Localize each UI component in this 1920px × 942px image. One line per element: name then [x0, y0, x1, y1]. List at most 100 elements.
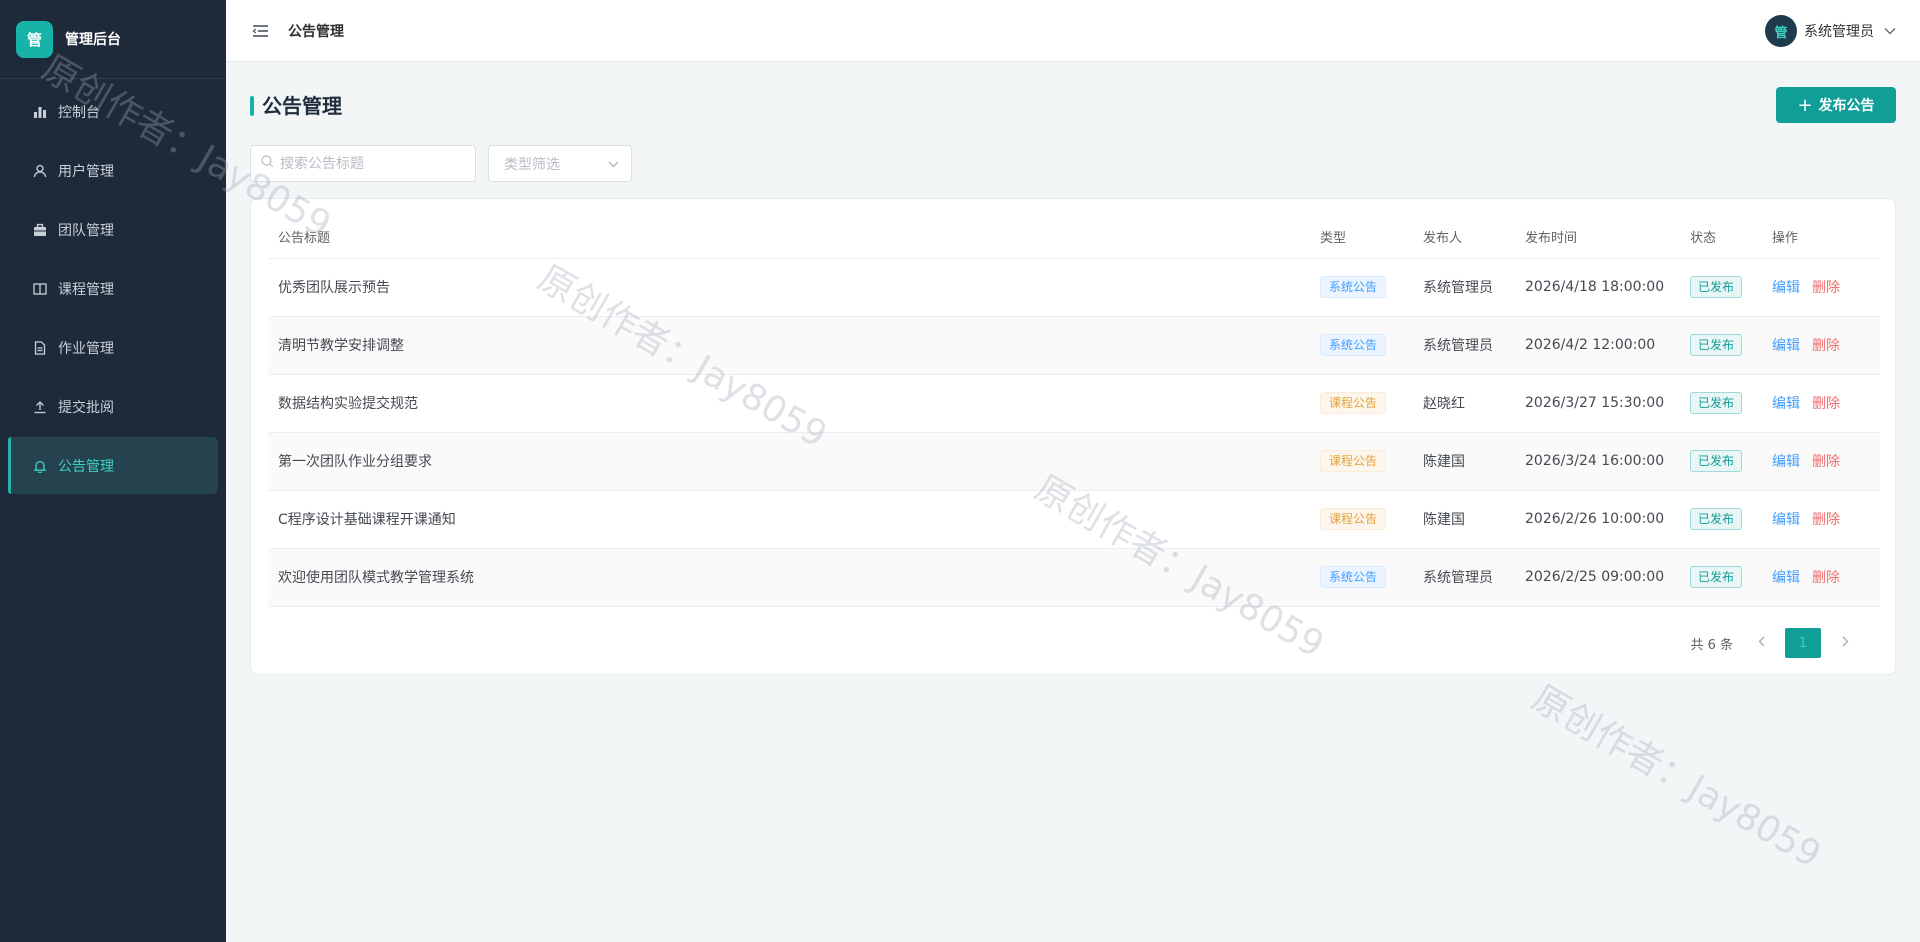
publisher: 陈建国 [1413, 432, 1515, 491]
sidebar-item-label: 课程管理 [58, 281, 114, 298]
page-title: 公告管理 [250, 94, 342, 118]
status-badge: 已发布 [1690, 508, 1743, 530]
delete-link[interactable]: 删除 [1812, 338, 1840, 354]
brand-logo: 管 [16, 20, 53, 58]
table-row: 数据结构实验提交规范 课程公告 赵晓红 2026/3/27 15:30:00 已… [268, 374, 1880, 433]
user-menu[interactable]: 管 系统管理员 [1765, 15, 1896, 47]
sidebar-item-label: 作业管理 [58, 340, 114, 357]
delete-link[interactable]: 删除 [1812, 512, 1840, 528]
edit-link[interactable]: 编辑 [1772, 338, 1800, 354]
publisher: 系统管理员 [1413, 258, 1515, 317]
document-icon [32, 340, 48, 356]
type-tag: 课程公告 [1320, 392, 1387, 414]
sidebar-item-label: 提交批阅 [58, 399, 114, 416]
sidebar-item-label: 团队管理 [58, 222, 114, 239]
publish-time: 2026/4/18 18:00:00 [1515, 258, 1680, 317]
bar-chart-icon [32, 104, 48, 120]
search-input[interactable] [280, 155, 470, 172]
chevron-left-icon[interactable] [1751, 636, 1771, 651]
delete-link[interactable]: 删除 [1812, 454, 1840, 470]
publish-button-label: 发布公告 [1818, 98, 1875, 114]
main-content: 公告管理 + 发布公告 类型筛选 公告标题 类型 发布人 发布时间 [226, 62, 1920, 942]
edit-link[interactable]: 编辑 [1772, 570, 1800, 586]
sidebar-item-label: 控制台 [58, 104, 100, 121]
status-badge: 已发布 [1690, 276, 1743, 298]
status-badge: 已发布 [1690, 392, 1743, 414]
type-tag: 课程公告 [1320, 450, 1387, 472]
edit-link[interactable]: 编辑 [1772, 396, 1800, 412]
edit-link[interactable]: 编辑 [1772, 454, 1800, 470]
sidebar-item-courses[interactable]: 课程管理 [8, 260, 218, 317]
announcement-title: 数据结构实验提交规范 [268, 374, 1310, 433]
table-header-row: 公告标题 类型 发布人 发布时间 状态 操作 [268, 215, 1880, 259]
publish-time: 2026/3/27 15:30:00 [1515, 374, 1680, 433]
sidebar-item-dashboard[interactable]: 控制台 [8, 83, 218, 140]
edit-link[interactable]: 编辑 [1772, 512, 1800, 528]
sidebar-item-users[interactable]: 用户管理 [8, 142, 218, 199]
pagination: 共 6 条 1 [1690, 628, 1855, 658]
column-header: 公告标题 [268, 215, 1310, 259]
status-badge: 已发布 [1690, 450, 1743, 472]
search-box [250, 145, 476, 182]
sidebar-item-submissions[interactable]: 提交批阅 [8, 378, 218, 435]
type-filter-select[interactable]: 类型筛选 [488, 145, 632, 182]
publish-time: 2026/2/25 09:00:00 [1515, 548, 1680, 607]
chevron-right-icon[interactable] [1835, 636, 1855, 651]
book-icon [32, 281, 48, 297]
status-badge: 已发布 [1690, 334, 1743, 356]
breadcrumb: 公告管理 [288, 23, 344, 40]
publisher: 赵晓红 [1413, 374, 1515, 433]
publish-time: 2026/3/24 16:00:00 [1515, 432, 1680, 491]
announcement-title: 第一次团队作业分组要求 [268, 432, 1310, 491]
brand: 管 管理后台 [0, 0, 226, 79]
announcement-title: C程序设计基础课程开课通知 [268, 490, 1310, 549]
pagination-total: 共 6 条 [1690, 637, 1733, 653]
chevron-down-icon [1884, 25, 1896, 37]
bell-icon [32, 458, 48, 474]
avatar: 管 [1765, 15, 1797, 47]
sidebar-menu: 控制台 用户管理 团队管理 课程管理 作业管理 提交批阅 公告管理 [0, 83, 226, 494]
sidebar: 管 管理后台 控制台 用户管理 团队管理 课程管理 作业管理 提交批阅 公告管理 [0, 0, 226, 942]
announcement-title: 欢迎使用团队模式教学管理系统 [268, 548, 1310, 607]
announcement-table-card: 公告标题 类型 发布人 发布时间 状态 操作 优秀团队展示预告 系统公告 系统管… [250, 198, 1896, 675]
sidebar-item-label: 用户管理 [58, 163, 114, 180]
brand-title: 管理后台 [65, 32, 121, 48]
column-header: 类型 [1310, 215, 1413, 259]
announcement-title: 清明节教学安排调整 [268, 316, 1310, 375]
sidebar-item-label: 公告管理 [58, 458, 114, 475]
table-row: C程序设计基础课程开课通知 课程公告 陈建国 2026/2/26 10:00:0… [268, 490, 1880, 549]
menu-toggle-icon[interactable] [252, 22, 270, 40]
user-name: 系统管理员 [1804, 24, 1874, 40]
column-header: 发布人 [1413, 215, 1515, 259]
table-row: 欢迎使用团队模式教学管理系统 系统公告 系统管理员 2026/2/25 09:0… [268, 548, 1880, 607]
status-badge: 已发布 [1690, 566, 1743, 588]
publish-time: 2026/2/26 10:00:00 [1515, 490, 1680, 549]
delete-link[interactable]: 删除 [1812, 280, 1840, 296]
publish-time: 2026/4/2 12:00:00 [1515, 316, 1680, 375]
briefcase-icon [32, 222, 48, 238]
sidebar-item-announcements[interactable]: 公告管理 [8, 437, 218, 494]
type-tag: 课程公告 [1320, 508, 1387, 530]
table-row: 第一次团队作业分组要求 课程公告 陈建国 2026/3/24 16:00:00 … [268, 432, 1880, 491]
type-filter-placeholder: 类型筛选 [504, 156, 560, 173]
delete-link[interactable]: 删除 [1812, 396, 1840, 412]
column-header: 状态 [1680, 215, 1762, 259]
publish-announcement-button[interactable]: + 发布公告 [1776, 87, 1896, 123]
user-icon [32, 163, 48, 179]
publisher: 系统管理员 [1413, 316, 1515, 375]
delete-link[interactable]: 删除 [1812, 570, 1840, 586]
announcement-table: 公告标题 类型 发布人 发布时间 状态 操作 优秀团队展示预告 系统公告 系统管… [268, 215, 1880, 607]
table-row: 清明节教学安排调整 系统公告 系统管理员 2026/4/2 12:00:00 已… [268, 316, 1880, 375]
type-tag: 系统公告 [1320, 276, 1387, 298]
sidebar-item-assignments[interactable]: 作业管理 [8, 319, 218, 376]
type-tag: 系统公告 [1320, 334, 1387, 356]
plus-icon: + [1797, 94, 1813, 116]
page-number-current[interactable]: 1 [1785, 628, 1821, 658]
announcement-title: 优秀团队展示预告 [268, 258, 1310, 317]
sidebar-item-teams[interactable]: 团队管理 [8, 201, 218, 258]
publisher: 系统管理员 [1413, 548, 1515, 607]
publisher: 陈建国 [1413, 490, 1515, 549]
edit-link[interactable]: 编辑 [1772, 280, 1800, 296]
chevron-down-icon [608, 156, 619, 172]
column-header: 发布时间 [1515, 215, 1680, 259]
